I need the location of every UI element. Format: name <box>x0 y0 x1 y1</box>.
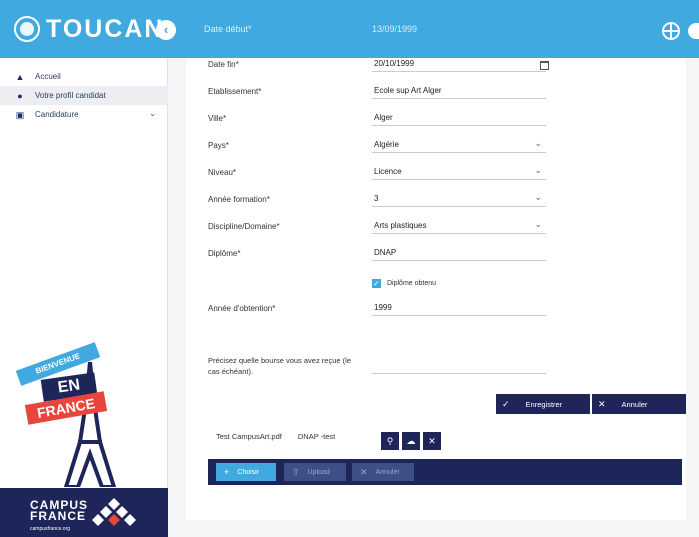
attachment-actions: ⚲ ☁ ✕ <box>378 432 441 450</box>
checkbox-checked-icon[interactable]: ✓ <box>372 279 381 288</box>
ville-field[interactable]: Alger <box>372 112 546 126</box>
attachment-file-name: Test CampusArt.pdf <box>216 432 282 441</box>
date-fin-field[interactable]: 20/10/1999 <box>372 58 546 72</box>
upload-icon: ⇧ <box>292 466 300 477</box>
file-upload-bar: + Choisir ⇧ Upload ✕ Annuler <box>208 459 682 485</box>
education-form-card: Date fin* 20/10/1999 Etablissement* Ecol… <box>186 58 686 520</box>
attachment-row: Test CampusArt.pdf DNAP -test <box>216 432 335 441</box>
niveau-label: Niveau* <box>208 168 237 177</box>
search-icon[interactable]: ⚲ <box>381 432 399 450</box>
sidebar-item-label: Votre profil candidat <box>35 91 106 100</box>
diplome-label: Diplôme* <box>208 249 241 258</box>
sidebar-item-label: Accueil <box>35 72 61 81</box>
france-text: FRANCE <box>30 509 86 523</box>
discipline-select[interactable]: Arts plastiques <box>372 218 546 234</box>
close-icon: ✕ <box>360 466 368 477</box>
diamond-pattern-icon <box>92 498 136 526</box>
upload-label: Upload <box>307 468 330 476</box>
save-button[interactable]: ✓ Enregistrer <box>496 394 590 414</box>
upload-cancel-button[interactable]: ✕ Annuler <box>352 463 414 481</box>
calendar-icon[interactable] <box>540 61 549 70</box>
logo-text: TOUCAN <box>46 14 165 43</box>
check-icon: ✓ <box>502 398 510 409</box>
diplome-field[interactable]: DNAP <box>372 247 546 261</box>
annee-obtention-field[interactable]: 1999 <box>372 302 546 316</box>
faded-start-date-value: 13/09/1999 <box>372 24 418 34</box>
etablissement-label: Etablissement* <box>208 87 262 96</box>
etablissement-field[interactable]: Ecole sup Art Alger <box>372 85 546 99</box>
diplome-obtenu-label: Diplôme obtenu <box>387 280 437 287</box>
bourse-field[interactable] <box>372 358 546 374</box>
close-icon: ✕ <box>598 398 606 409</box>
user-avatar[interactable] <box>688 23 699 39</box>
upload-cancel-label: Annuler <box>375 468 400 476</box>
save-button-label: Enregistrer <box>525 399 563 409</box>
niveau-select[interactable]: Licence <box>372 164 546 180</box>
sidebar-collapse-button[interactable]: ‹ <box>156 20 176 40</box>
sidebar-item-profil[interactable]: ● Votre profil candidat <box>0 86 168 105</box>
sidebar-item-label: Candidature <box>35 110 79 119</box>
faded-start-date-label: Date début* <box>204 24 252 34</box>
pays-select[interactable]: Algérie <box>372 137 546 153</box>
date-fin-label: Date fin* <box>208 60 239 69</box>
ville-label: Ville* <box>208 114 227 123</box>
diplome-obtenu-checkbox-row[interactable]: ✓ Diplôme obtenu <box>372 279 436 288</box>
discipline-label: Discipline/Domaine* <box>208 222 280 231</box>
pays-label: Pays* <box>208 141 229 150</box>
upload-button[interactable]: ⇧ Upload <box>284 463 346 481</box>
chevron-down-icon: ⌄ <box>149 109 156 118</box>
attachment-file-type: DNAP -test <box>297 432 336 441</box>
campus-france-logo: CAMPUS FRANCE campusfrance.org <box>0 488 168 537</box>
cloud-download-icon[interactable]: ☁ <box>402 432 420 450</box>
annee-obtention-label: Année d'obtention* <box>208 304 276 313</box>
document-icon: ▣ <box>15 109 25 120</box>
top-bar: TOUCAN ‹ Date début* 13/09/1999 <box>0 0 699 58</box>
annee-formation-select[interactable]: 3 <box>372 191 546 207</box>
language-globe-icon[interactable] <box>662 22 680 40</box>
user-icon: ● <box>17 90 23 101</box>
bourse-label: Précisez quelle bourse vous avez reçue (… <box>208 356 351 376</box>
choose-file-label: Choisir <box>237 468 260 476</box>
close-icon[interactable]: ✕ <box>423 432 441 450</box>
choose-file-button[interactable]: + Choisir <box>216 463 276 481</box>
cancel-button[interactable]: ✕ Annuler <box>592 394 686 414</box>
plus-icon: + <box>224 467 230 477</box>
sidebar: ▲ Accueil ● Votre profil candidat ▣ Cand… <box>0 58 168 537</box>
annee-formation-label: Année formation* <box>208 195 270 204</box>
main-content: Date fin* 20/10/1999 Etablissement* Ecol… <box>168 58 699 537</box>
toucan-logo[interactable]: TOUCAN <box>14 12 164 46</box>
cancel-button-label: Annuler <box>621 399 648 409</box>
globe-logo-icon <box>14 16 40 42</box>
campus-france-url: campusfrance.org <box>30 526 71 532</box>
home-icon: ▲ <box>15 71 25 82</box>
sidebar-item-candidature[interactable]: ▣ Candidature ⌄ <box>0 105 168 124</box>
bienvenue-promo: BIENVENUE EN FRANCE CAMPUS FRANCE campus… <box>0 342 168 537</box>
sidebar-item-accueil[interactable]: ▲ Accueil <box>0 67 168 86</box>
